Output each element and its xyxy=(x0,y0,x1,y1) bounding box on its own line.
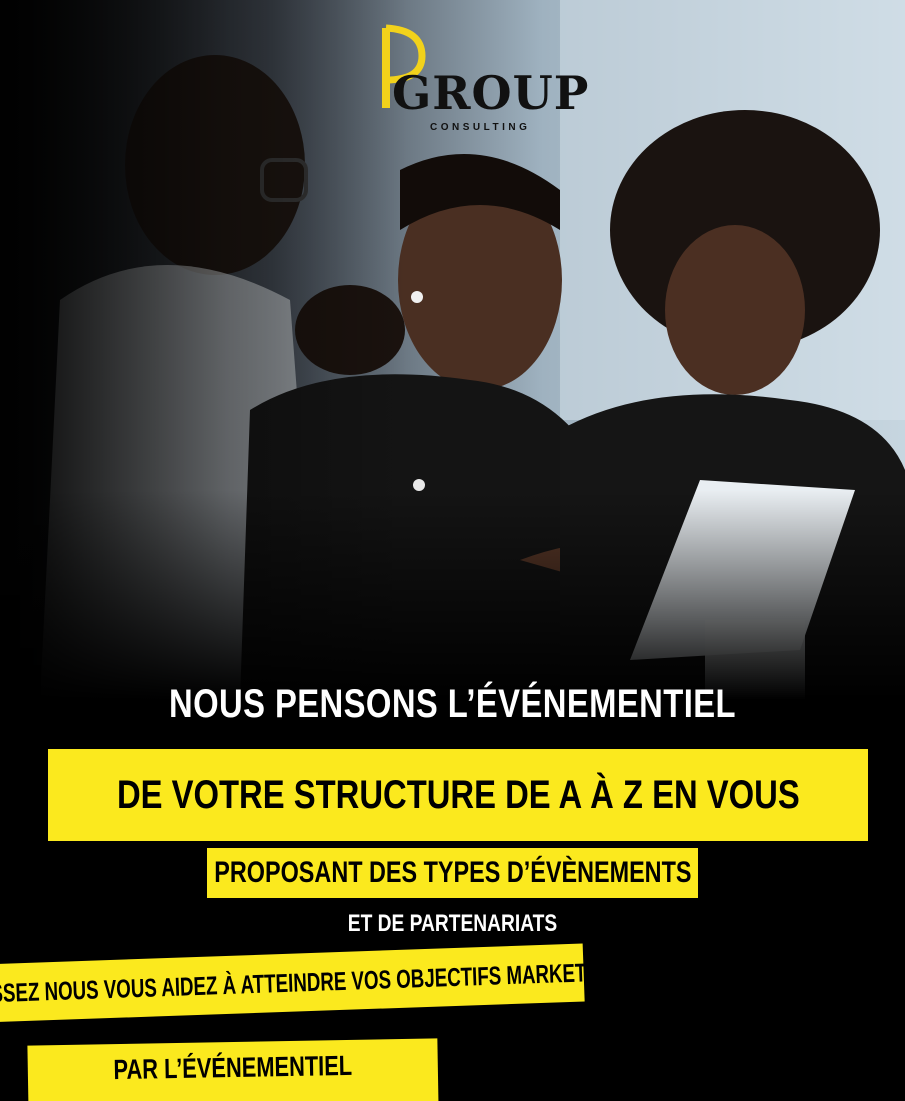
cta-band-top: LAISSEZ NOUS VOUS AIDEZ À ATTEINDRE VOS … xyxy=(0,943,620,1022)
headline-band-main-text: DE VOTRE STRUCTURE DE A À Z EN VOUS xyxy=(116,772,800,817)
poster: GROUP CONSULTING NOUS PENSONS L’ÉVÉNEMEN… xyxy=(0,0,905,1101)
logo-word: GROUP xyxy=(392,66,590,120)
logo-subtitle: CONSULTING xyxy=(430,122,531,133)
pgroup-logo: GROUP CONSULTING xyxy=(378,18,588,138)
headline-band-sub: PROPOSANT DES TYPES D’ÉVÈNEMENTS xyxy=(207,848,698,898)
subline: ET DE PARTENARIATS xyxy=(347,910,558,937)
headline: NOUS PENSONS L’ÉVÉNEMENTIEL xyxy=(169,682,736,726)
headline-band-sub-text: PROPOSANT DES TYPES D’ÉVÈNEMENTS xyxy=(213,856,692,889)
headline-band-main: DE VOTRE STRUCTURE DE A À Z EN VOUS xyxy=(48,749,868,841)
cta-band-bottom: PAR L’ÉVÉNEMENTIEL xyxy=(27,1038,439,1101)
cta-line-1: LAISSEZ NOUS VOUS AIDEZ À ATTEINDRE VOS … xyxy=(0,955,621,1009)
cta-line-2: PAR L’ÉVÉNEMENTIEL xyxy=(113,1049,353,1086)
